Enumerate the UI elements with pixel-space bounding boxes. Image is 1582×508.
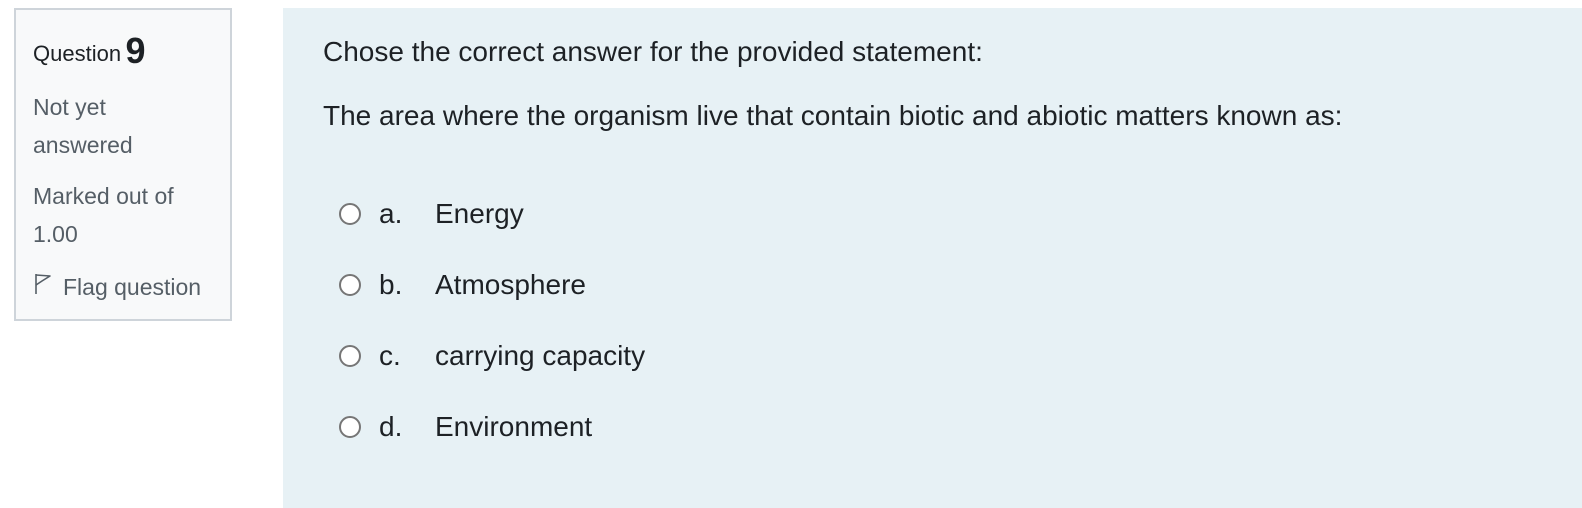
answer-text: Atmosphere <box>435 269 586 300</box>
radio-button-d[interactable] <box>339 416 361 438</box>
flag-outline-icon <box>33 272 63 302</box>
radio-button-c[interactable] <box>339 345 361 367</box>
answer-text: carrying capacity <box>435 340 646 371</box>
grade-line-2: 1.00 <box>33 221 78 247</box>
flag-question-button[interactable]: Flag question <box>33 272 201 302</box>
question-intro: Chose the correct answer for the provide… <box>323 36 983 67</box>
grade-line-1: Marked out of <box>33 183 174 209</box>
question-statement: The area where the organism live that co… <box>323 100 1343 131</box>
question-number-heading: Question 9 <box>33 30 146 72</box>
answer-option-c[interactable]: c. carrying capacity <box>339 334 645 378</box>
answer-text: Environment <box>435 411 593 442</box>
radio-button-b[interactable] <box>339 274 361 296</box>
flag-question-label: Flag question <box>63 273 202 300</box>
answer-letter: a. <box>379 198 403 229</box>
question-state: Not yet answered <box>33 88 223 164</box>
answer-option-d[interactable]: d. Environment <box>339 405 592 449</box>
question-grade: Marked out of 1.00 <box>33 177 223 253</box>
state-line-1: Not yet <box>33 94 106 120</box>
answer-letter: b. <box>379 269 403 300</box>
radio-button-a[interactable] <box>339 203 361 225</box>
answer-option-b[interactable]: b. Atmosphere <box>339 263 586 307</box>
answer-letter: c. <box>379 340 401 371</box>
state-line-2: answered <box>33 132 133 158</box>
question-label: Question <box>33 41 122 66</box>
answer-letter: d. <box>379 411 403 442</box>
answer-option-a[interactable]: a. Energy <box>339 192 524 236</box>
question-number: 9 <box>125 30 146 71</box>
question-info-box: Question 9 Not yet answered Marked out o… <box>14 8 232 321</box>
answer-text: Energy <box>435 198 524 229</box>
question-content: Chose the correct answer for the provide… <box>283 8 1582 508</box>
